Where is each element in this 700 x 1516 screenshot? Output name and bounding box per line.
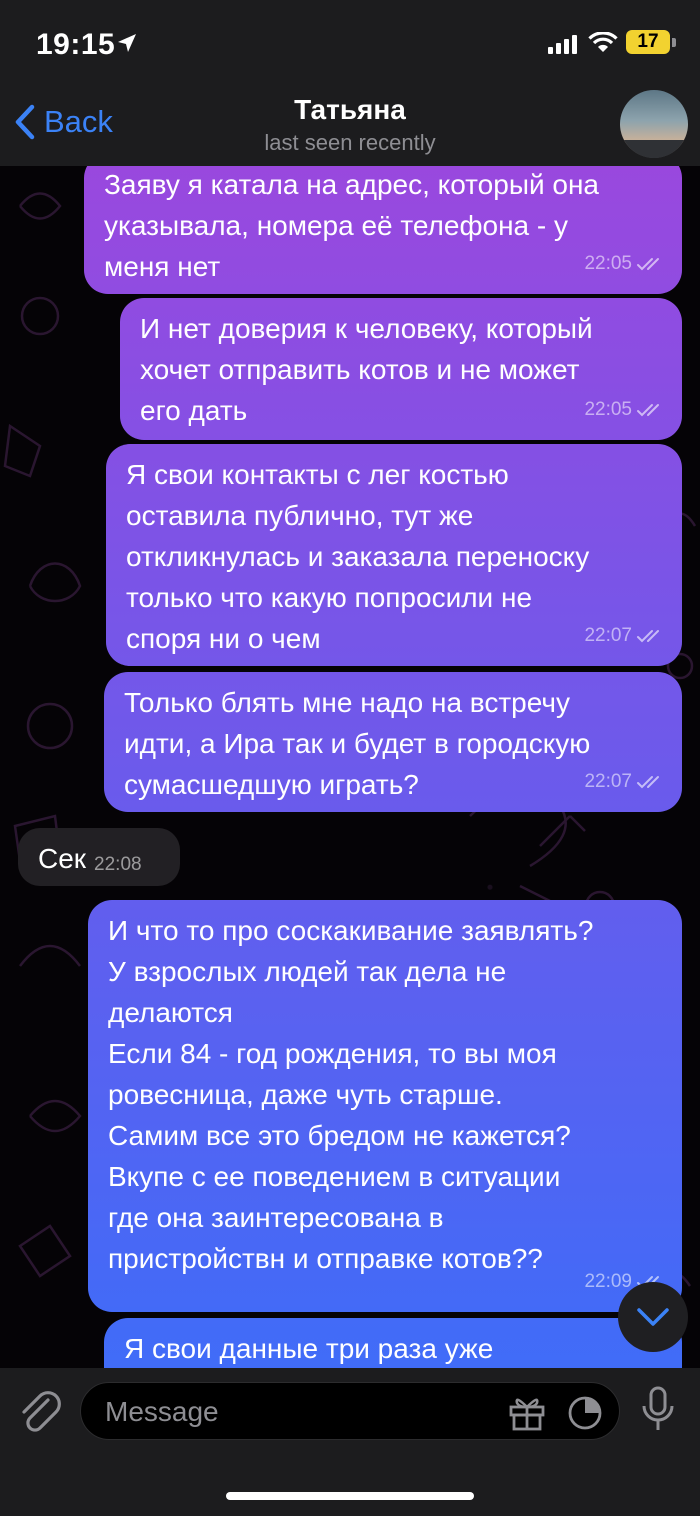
contact-avatar[interactable] — [620, 90, 688, 158]
message-time: 22:08 — [94, 854, 142, 875]
message-field[interactable] — [80, 1382, 620, 1440]
message-meta: 22:07 — [584, 615, 666, 656]
message-time: 22:05 — [584, 399, 632, 420]
message-meta: 22:05 — [584, 389, 666, 430]
paperclip-icon[interactable] — [18, 1388, 62, 1436]
outgoing-message[interactable]: И нет доверия к человеку, который хочет … — [120, 298, 682, 440]
status-bar: 19:15 17 — [0, 0, 700, 88]
home-indicator — [226, 1492, 474, 1500]
message-meta: 22:07 — [584, 761, 666, 802]
contact-status: last seen recently — [264, 130, 436, 155]
message-text: Заяву я катала на адрес, который она ука… — [104, 169, 599, 282]
message-text: И нет доверия к человеку, который хочет … — [140, 313, 593, 426]
battery-tip — [672, 38, 676, 47]
location-arrow-icon — [118, 34, 136, 52]
double-check-icon — [637, 629, 659, 642]
microphone-icon[interactable] — [640, 1386, 676, 1432]
message-text: Сек — [38, 843, 87, 874]
wifi-icon — [588, 32, 618, 52]
message-list[interactable]: Заяву я катала на адрес, который она ука… — [0, 166, 700, 1368]
outgoing-message[interactable]: Я свои данные три раза уже — [104, 1318, 682, 1368]
message-meta: 22:05 — [584, 243, 666, 284]
avatar-landscape — [620, 140, 688, 158]
double-check-icon — [637, 403, 659, 416]
message-time: 22:07 — [584, 625, 632, 646]
message-time: 22:05 — [584, 253, 632, 274]
sticker-icon[interactable] — [567, 1395, 605, 1431]
incoming-message[interactable]: Сек 22:08 — [18, 828, 180, 886]
chat-header: Back Татьяна last seen recently — [0, 88, 700, 167]
gift-icon[interactable] — [507, 1395, 547, 1431]
outgoing-message[interactable]: И что то про соскакивание заявлять? У вз… — [88, 900, 682, 1312]
outgoing-message[interactable]: Только блять мне надо на встречу идти, а… — [104, 672, 682, 812]
message-meta: 22:08 — [94, 844, 142, 885]
message-text: Я свои контакты с лег костью оставила пу… — [126, 459, 590, 654]
contact-name[interactable]: Татьяна — [0, 94, 700, 126]
double-check-icon — [637, 257, 659, 270]
message-input[interactable] — [103, 1393, 487, 1431]
message-text: И что то про соскакивание заявлять? У вз… — [108, 915, 594, 1274]
outgoing-message[interactable]: Я свои контакты с лег костью оставила пу… — [106, 444, 682, 666]
outgoing-message[interactable]: Заяву я катала на адрес, который она ука… — [84, 166, 682, 294]
signal-icon — [548, 35, 577, 54]
double-check-icon — [637, 775, 659, 788]
message-text: Только блять мне надо на встречу идти, а… — [124, 687, 591, 800]
scroll-to-bottom-button[interactable] — [618, 1282, 688, 1352]
battery-icon: 17 — [626, 30, 670, 54]
message-input-bar — [0, 1368, 700, 1516]
chevron-down-icon — [637, 1308, 669, 1326]
message-time: 22:07 — [584, 771, 632, 792]
status-time: 19:15 — [36, 28, 116, 61]
message-text: Я свои данные три раза уже — [124, 1333, 494, 1364]
